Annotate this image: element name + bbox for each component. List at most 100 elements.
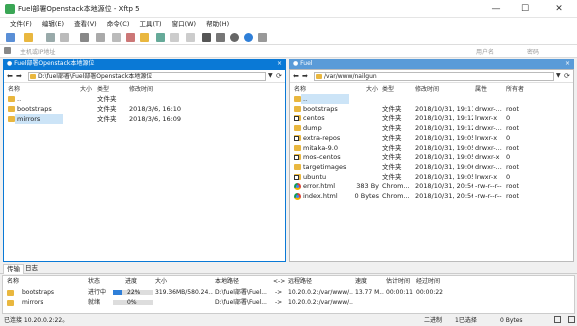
- col-modified[interactable]: 修改时间: [415, 84, 439, 93]
- col-speed[interactable]: 速度: [355, 277, 367, 286]
- chrome-icon: [294, 193, 301, 200]
- sync-icon[interactable]: [140, 33, 149, 42]
- local-path-input[interactable]: D:\fuel部署\Fuel部署Openstack本地源位: [28, 72, 266, 81]
- col-name[interactable]: 名称: [8, 84, 20, 93]
- list-item[interactable]: mitaka-9.0 文件夹 2018/10/31, 19:05 drwxr-... r…: [290, 143, 573, 153]
- col-size[interactable]: 大小: [155, 277, 167, 286]
- maximize-button[interactable]: ☐: [511, 1, 539, 17]
- local-path-row: ⬅ ➡ D:\fuel部署\Fuel部署Openstack本地源位 ▼ ⟳: [4, 70, 285, 83]
- folder-icon: [294, 105, 301, 112]
- col-size[interactable]: 大小: [80, 84, 92, 93]
- refresh-remote-icon[interactable]: ⟳: [564, 72, 570, 80]
- menu-file[interactable]: 文件(F): [6, 18, 36, 30]
- col-type[interactable]: 类型: [382, 84, 394, 93]
- tab-log[interactable]: 日志: [22, 264, 41, 273]
- list-item[interactable]: ubuntu 文件夹 2018/10/31, 19:05 lrwxr-x 0: [290, 172, 573, 182]
- col-elapsed[interactable]: 经过时间: [416, 277, 440, 286]
- col-attr[interactable]: 属性: [475, 84, 487, 93]
- list-item[interactable]: error.html 383 By Chrom... 2018/10/31, 20:5…: [290, 181, 573, 191]
- transfer-icon[interactable]: [156, 33, 165, 42]
- menu-tools[interactable]: 工具(T): [135, 18, 165, 30]
- col-direction[interactable]: <->: [273, 277, 285, 286]
- tab-remote[interactable]: ● Fuel ×: [289, 59, 574, 69]
- col-eta[interactable]: 估计时间: [386, 277, 410, 286]
- col-name[interactable]: 名称: [7, 277, 19, 286]
- minimize-button[interactable]: —: [482, 1, 510, 17]
- progress-bar: 22%: [113, 289, 153, 296]
- transfer-tabs: 传输 日志: [0, 263, 577, 274]
- transfer-row[interactable]: bootstraps 进行中 22% 319.36MB/580.24... D:…: [3, 288, 574, 297]
- menu-window[interactable]: 窗口(W): [168, 18, 201, 30]
- refresh-local-icon[interactable]: ⟳: [276, 72, 282, 80]
- col-name[interactable]: 名称: [294, 84, 306, 93]
- list-item[interactable]: index.html 0 Bytes Chrom... 2018/10/31, 20:…: [290, 191, 573, 201]
- new-folder-icon[interactable]: [80, 33, 89, 42]
- toolbar: [0, 30, 577, 45]
- col-progress[interactable]: 进度: [125, 277, 137, 286]
- list-item[interactable]: dump 文件夹 2018/10/31, 19:12 drwxr-... root: [290, 123, 573, 133]
- list-item[interactable]: mirrors 文件夹 2018/3/6, 16:09: [4, 114, 285, 124]
- user-icon[interactable]: [216, 33, 225, 42]
- col-size[interactable]: 大小: [366, 84, 378, 93]
- transfer-row[interactable]: mirrors 就绪 0% D:\fuel部署\Fuel... -> 10.20…: [3, 298, 574, 307]
- window-title: Fuel部署Openstack本地源位 - Xftp 5: [18, 5, 140, 13]
- globe-icon[interactable]: [170, 33, 179, 42]
- path-dropdown-icon[interactable]: ▼: [268, 72, 273, 79]
- list-item[interactable]: targetimages 文件夹 2018/10/31, 19:06 drwxr-..…: [290, 162, 573, 172]
- col-local[interactable]: 本地路径: [215, 277, 239, 286]
- list-item[interactable]: bootstraps 文件夹 2018/3/6, 16:10: [4, 104, 285, 114]
- host-input[interactable]: 主机或IP地址: [20, 47, 55, 56]
- remote-path-input[interactable]: /var/www/nailgun: [314, 72, 554, 81]
- path-dropdown-icon[interactable]: ▼: [556, 72, 561, 79]
- list-item[interactable]: bootstraps 文件夹 2018/10/31, 19:11 drwxr-... r…: [290, 104, 573, 114]
- transfer-mode: 二进制: [424, 317, 443, 324]
- folder-icon: [294, 163, 301, 170]
- tab-remote-close-icon[interactable]: ×: [565, 59, 570, 69]
- filter-icon[interactable]: [186, 33, 195, 42]
- link-folder-icon: [294, 154, 301, 161]
- quick-command-icon[interactable]: [202, 33, 211, 42]
- tab-transfer[interactable]: 传输: [3, 264, 24, 274]
- col-owner[interactable]: 所有者: [506, 84, 524, 93]
- layout-icon[interactable]: [554, 316, 561, 323]
- back-icon[interactable]: ⬅: [293, 72, 299, 80]
- path-folder-icon: [30, 74, 36, 79]
- chat-icon[interactable]: [258, 33, 267, 42]
- list-item[interactable]: centos 文件夹 2018/10/31, 19:12 lrwxr-x 0: [290, 113, 573, 123]
- tab-local[interactable]: ● Fuel部署Openstack本地源位 ×: [3, 59, 286, 69]
- delete-icon[interactable]: [126, 33, 135, 42]
- menu-edit[interactable]: 编辑(E): [38, 18, 68, 30]
- local-column-header: 名称 大小 类型 修改时间: [4, 84, 285, 93]
- tab-local-label: ● Fuel部署Openstack本地源位: [7, 60, 95, 67]
- reconnect-icon[interactable]: [60, 33, 69, 42]
- tab-local-close-icon[interactable]: ×: [277, 59, 282, 69]
- menu-help[interactable]: 帮助(H): [202, 18, 233, 30]
- link-folder-icon: [294, 115, 301, 122]
- col-modified[interactable]: 修改时间: [129, 84, 153, 93]
- panel-toggle-icon[interactable]: [568, 316, 575, 323]
- close-button[interactable]: ✕: [545, 1, 573, 17]
- forward-icon[interactable]: ➡: [16, 72, 22, 80]
- gear-icon[interactable]: [230, 33, 239, 42]
- new-session-icon[interactable]: [6, 33, 15, 42]
- forward-icon[interactable]: ➡: [302, 72, 308, 80]
- col-type[interactable]: 类型: [97, 84, 109, 93]
- menu-view[interactable]: 查看(V): [70, 18, 101, 30]
- username-input[interactable]: 用户名: [476, 47, 494, 56]
- list-item[interactable]: mos-centos 文件夹 2018/10/31, 19:05 drwxr-x 0: [290, 152, 573, 162]
- disconnect-icon[interactable]: [46, 33, 55, 42]
- col-status[interactable]: 状态: [88, 277, 100, 286]
- password-input[interactable]: 密码: [527, 47, 539, 56]
- help-icon[interactable]: [244, 33, 253, 42]
- back-icon[interactable]: ⬅: [7, 72, 13, 80]
- selection-count: 1已选择: [455, 317, 477, 324]
- list-item[interactable]: extra-repos 文件夹 2018/10/31, 19:05 lrwxr-x 0: [290, 133, 573, 143]
- open-folder-icon[interactable]: [24, 33, 33, 42]
- refresh-icon[interactable]: [112, 33, 121, 42]
- progress-fill: [113, 290, 122, 295]
- properties-icon[interactable]: [96, 33, 105, 42]
- list-item[interactable]: ..: [290, 94, 573, 104]
- list-item[interactable]: .. 文件夹: [4, 94, 285, 104]
- menu-command[interactable]: 命令(C): [103, 18, 134, 30]
- col-remote[interactable]: 远程路径: [288, 277, 312, 286]
